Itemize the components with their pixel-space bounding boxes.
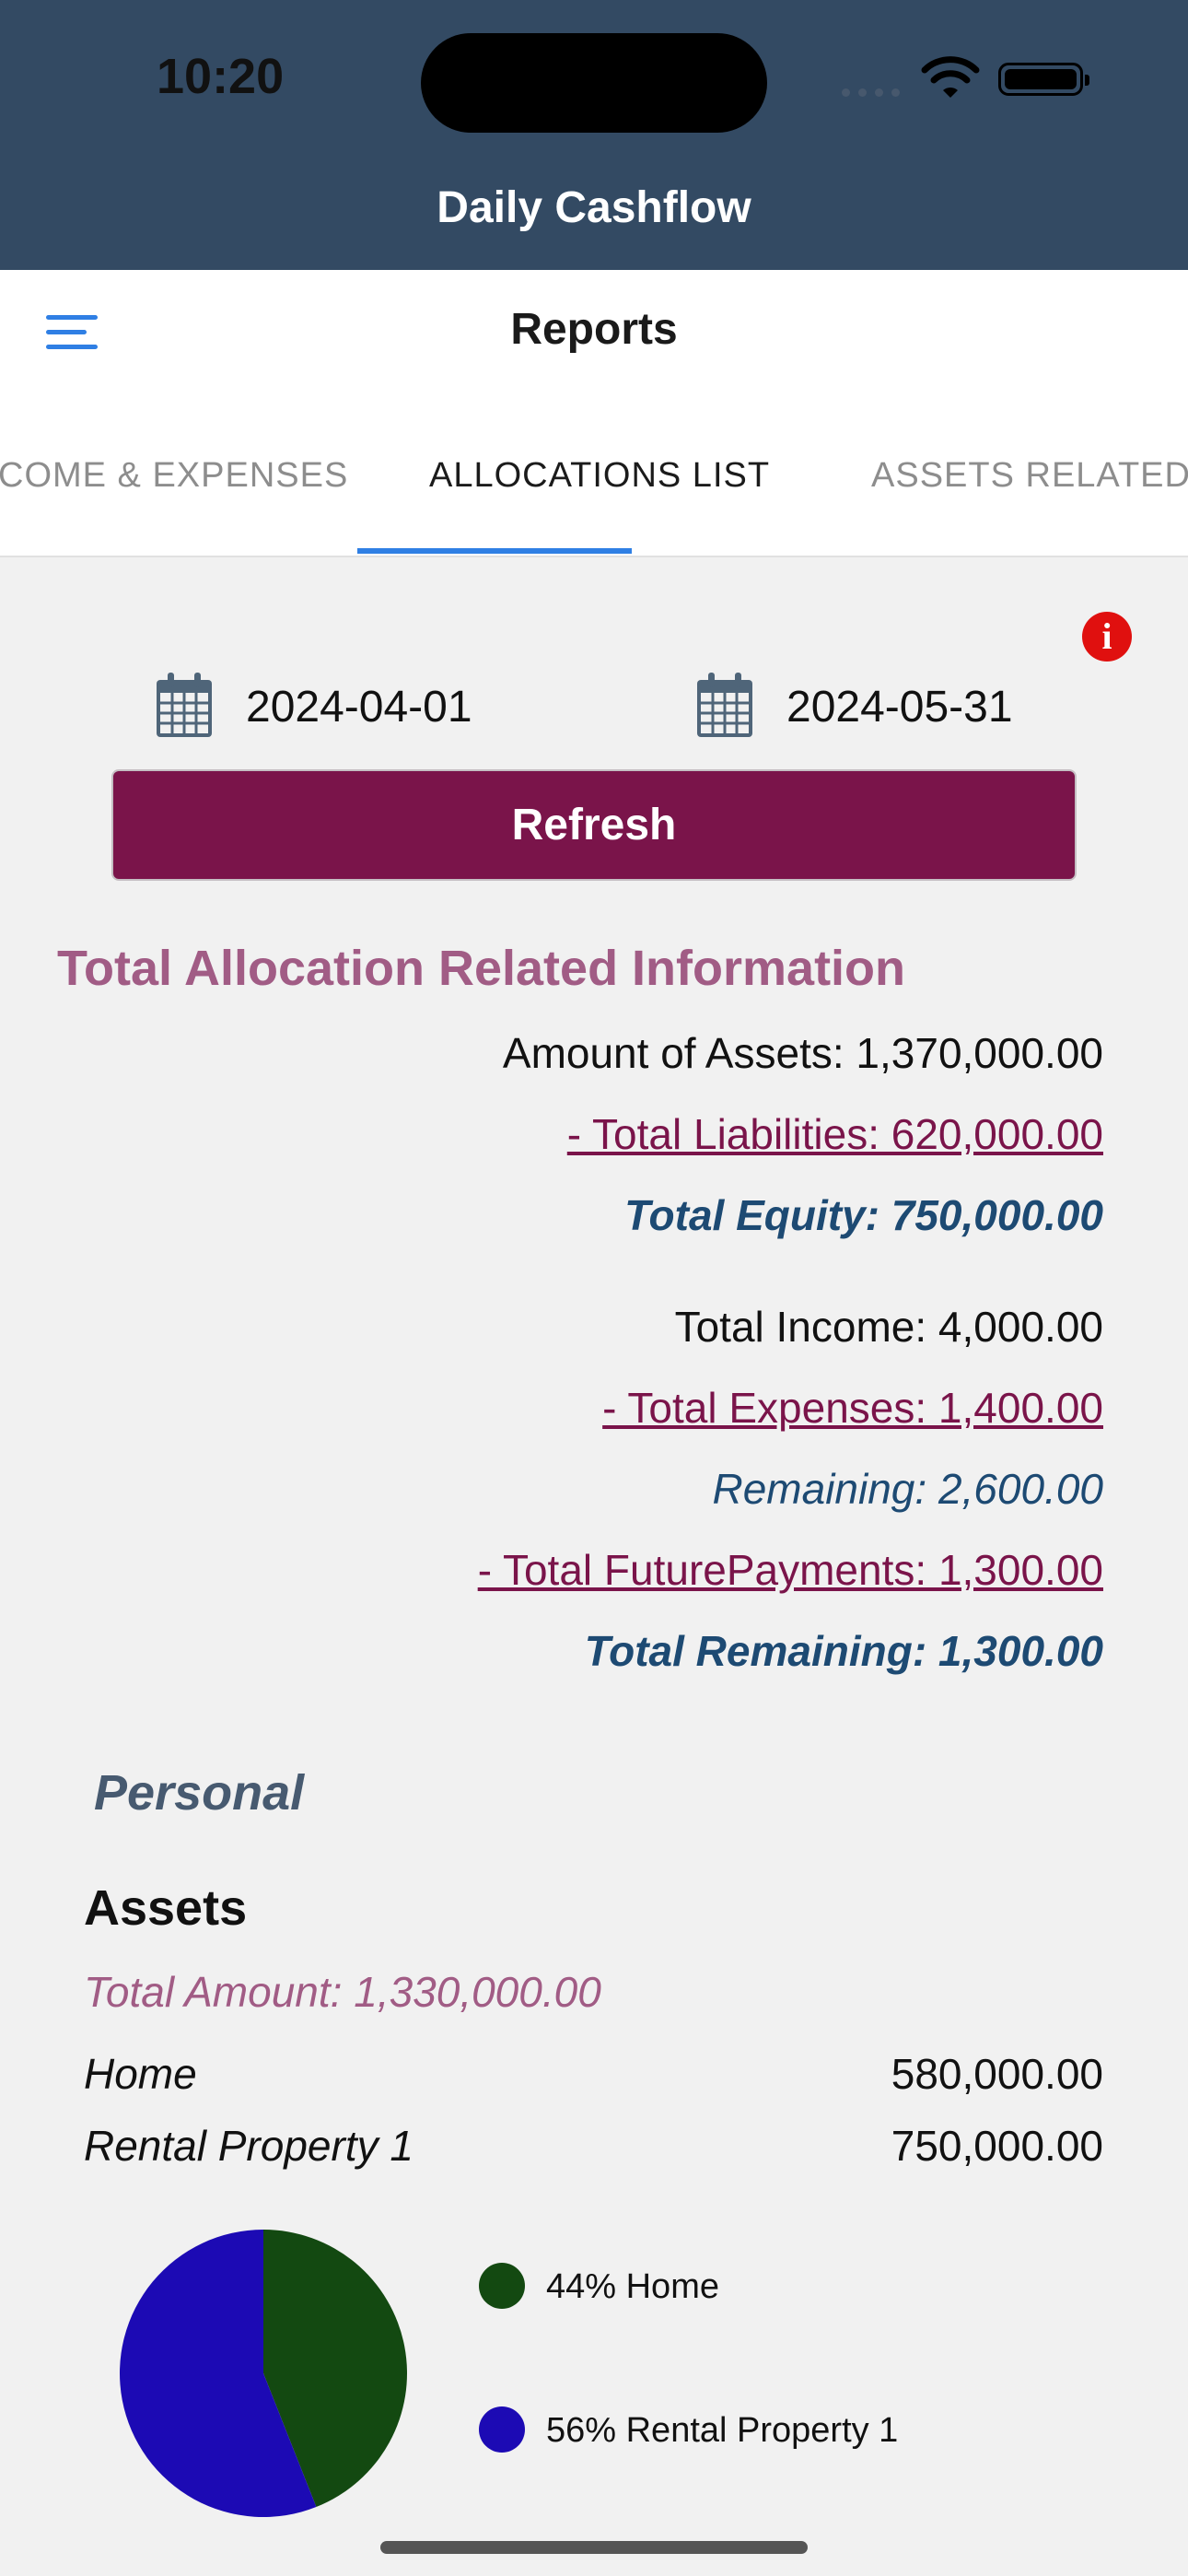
legend-swatch xyxy=(479,2406,525,2453)
remaining: Remaining: 2,600.00 xyxy=(712,1465,1103,1513)
home-indicator xyxy=(380,2541,808,2554)
app-title: Daily Cashflow xyxy=(437,183,751,232)
page-title: Reports xyxy=(510,305,678,354)
total-future-payments-link[interactable]: - Total FuturePayments: 1,300.00 xyxy=(478,1545,1103,1595)
legend-swatch xyxy=(479,2263,525,2309)
tab-assets-related[interactable]: ASSETS RELATED INFO xyxy=(871,456,1188,496)
calendar-icon[interactable] xyxy=(155,673,214,744)
asset-value: 750,000.00 xyxy=(891,2122,1103,2170)
assets-total-amount: Total Amount: 1,330,000.00 xyxy=(84,1968,601,2016)
total-equity: Total Equity: 750,000.00 xyxy=(624,1191,1103,1239)
group-title: Personal xyxy=(94,1765,305,1821)
status-time: 10:20 xyxy=(157,49,285,104)
asset-name: Home xyxy=(84,2050,197,2098)
tab-allocations-list[interactable]: ALLOCATIONS LIST xyxy=(429,456,770,496)
battery-icon xyxy=(998,63,1089,96)
assets-title: Assets xyxy=(84,1880,248,1936)
total-remaining: Total Remaining: 1,300.00 xyxy=(584,1627,1103,1675)
total-liabilities-link[interactable]: - Total Liabilities: 620,000.00 xyxy=(567,1109,1103,1159)
section-title: Total Allocation Related Information xyxy=(57,941,906,996)
cellular-signal-icon xyxy=(842,85,908,101)
refresh-button[interactable]: Refresh xyxy=(111,769,1077,881)
tab-bar: INCOME & EXPENSES ALLOCATIONS LIST ASSET… xyxy=(0,408,1188,557)
assets-pie-chart xyxy=(120,2230,408,2517)
dynamic-island xyxy=(421,33,767,133)
calendar-icon[interactable] xyxy=(695,673,754,744)
asset-value: 580,000.00 xyxy=(891,2050,1103,2098)
wifi-icon xyxy=(921,55,980,104)
legend-label: 56% Rental Property 1 xyxy=(546,2411,899,2450)
info-icon[interactable]: i xyxy=(1082,612,1132,662)
active-tab-indicator xyxy=(357,548,632,554)
asset-name: Rental Property 1 xyxy=(84,2122,413,2170)
start-date-field[interactable]: 2024-04-01 xyxy=(246,682,472,732)
legend-label: 44% Home xyxy=(546,2267,719,2306)
total-income: Total Income: 4,000.00 xyxy=(674,1303,1103,1351)
end-date-field[interactable]: 2024-05-31 xyxy=(786,682,1013,732)
tab-income-expenses[interactable]: INCOME & EXPENSES xyxy=(0,456,348,496)
total-expenses-link[interactable]: - Total Expenses: 1,400.00 xyxy=(602,1383,1103,1433)
amount-of-assets: Amount of Assets: 1,370,000.00 xyxy=(502,1029,1103,1077)
